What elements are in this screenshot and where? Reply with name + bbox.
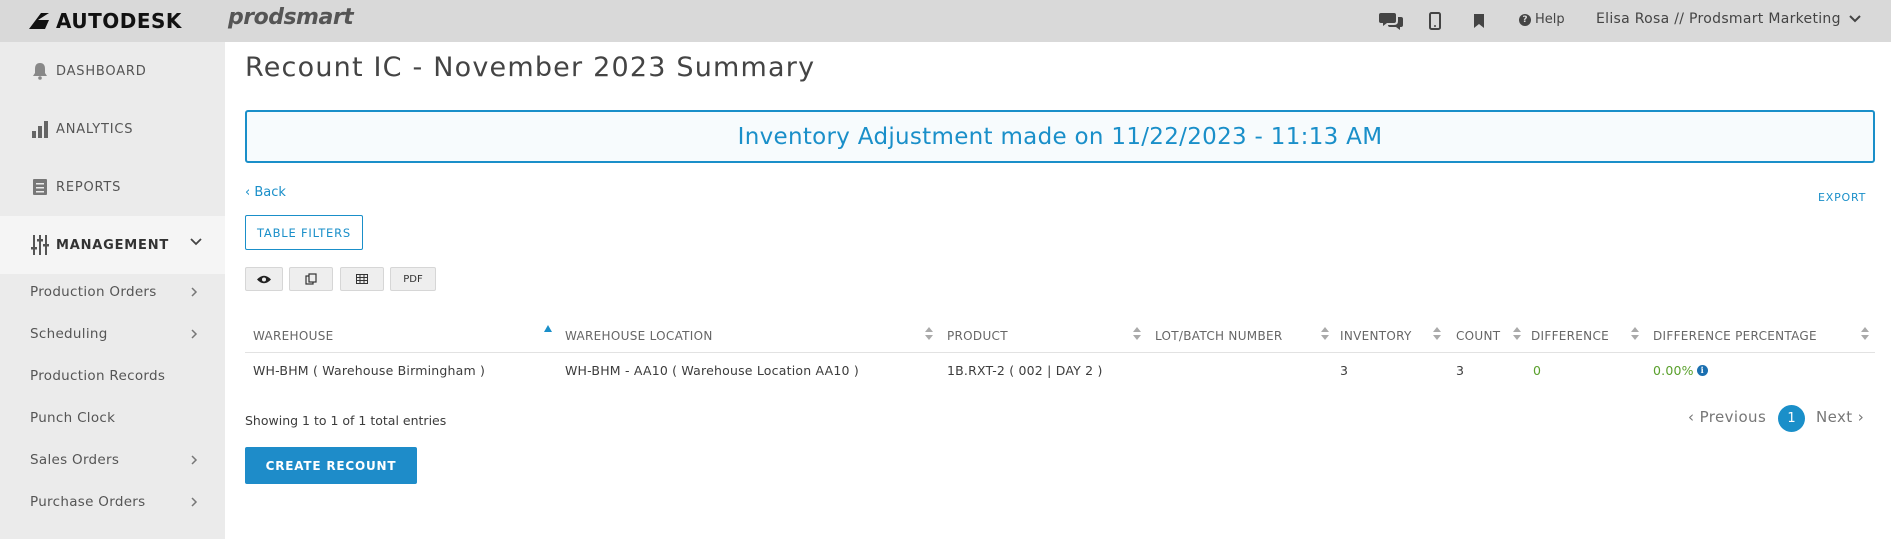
cell-difference: 0 xyxy=(1533,362,1542,378)
help-link[interactable]: ? Help xyxy=(1519,12,1565,27)
cell-difference-percentage: 0.00% i xyxy=(1653,360,1708,380)
sort-asc-icon[interactable] xyxy=(544,325,552,332)
chat-icon[interactable] xyxy=(1379,10,1403,32)
next-label: Next xyxy=(1816,408,1853,426)
adjustment-banner: Inventory Adjustment made on 11/22/2023 … xyxy=(245,110,1875,163)
autodesk-logo[interactable]: AUTODESK xyxy=(28,9,182,33)
sidebar: DASHBOARD ANALYTICS REPORTS MANAGEMENT P… xyxy=(0,42,225,539)
pdf-button[interactable]: PDF xyxy=(390,267,436,291)
page-title: Recount IC - November 2023 Summary xyxy=(245,52,816,83)
difference-percentage-value: 0.00% xyxy=(1653,362,1694,378)
back-link[interactable]: ‹ Back xyxy=(245,185,286,200)
csv-button[interactable] xyxy=(340,267,384,291)
sidebar-item-label: Scheduling xyxy=(30,326,108,342)
sort-icon[interactable] xyxy=(1133,327,1141,340)
eye-icon xyxy=(257,275,271,283)
chevron-down-icon xyxy=(1849,15,1861,23)
table-icon xyxy=(356,274,368,284)
column-header-product[interactable]: PRODUCT xyxy=(947,319,1008,353)
export-link[interactable]: EXPORT xyxy=(1818,191,1866,204)
sidebar-item-management[interactable]: MANAGEMENT xyxy=(0,216,225,274)
user-label: Elisa Rosa // Prodsmart Marketing xyxy=(1596,11,1841,27)
chevron-right-icon xyxy=(191,329,198,339)
sort-icon[interactable] xyxy=(925,327,933,340)
sidebar-item-label: REPORTS xyxy=(56,179,122,195)
sidebar-item-label: ANALYTICS xyxy=(56,121,134,137)
sidebar-item-label: Production Records xyxy=(30,368,166,384)
sort-icon[interactable] xyxy=(1433,327,1441,340)
banner-text: Inventory Adjustment made on 11/22/2023 … xyxy=(737,123,1383,150)
column-header-warehouse[interactable]: WAREHOUSE xyxy=(253,319,334,353)
sidebar-item-scheduling[interactable]: Scheduling xyxy=(0,313,225,355)
table-filters-button[interactable]: TABLE FILTERS xyxy=(245,215,363,250)
cell-inventory: 3 xyxy=(1340,362,1349,378)
cell-warehouse: WH-BHM ( Warehouse Birmingham ) xyxy=(253,362,486,378)
table-header-divider xyxy=(245,352,1875,353)
bar-chart-icon xyxy=(30,119,50,139)
sort-icon[interactable] xyxy=(1321,327,1329,340)
sort-icon[interactable] xyxy=(1861,327,1869,340)
sidebar-item-punch-clock[interactable]: Punch Clock xyxy=(0,397,225,439)
entries-info: Showing 1 to 1 of 1 total entries xyxy=(245,413,447,428)
cell-product: 1B.RXT-2 ( 002 | DAY 2 ) xyxy=(947,362,1103,378)
help-label: Help xyxy=(1535,12,1565,27)
previous-label: Previous xyxy=(1699,408,1767,426)
cell-count: 3 xyxy=(1456,362,1465,378)
pagination-page-1[interactable]: 1 xyxy=(1778,405,1805,432)
column-header-difference[interactable]: DIFFERENCE xyxy=(1531,319,1609,353)
chevron-down-icon xyxy=(190,238,202,246)
info-icon[interactable]: i xyxy=(1696,364,1708,376)
product-logo[interactable]: prodsmart xyxy=(228,5,354,30)
column-header-inventory[interactable]: INVENTORY xyxy=(1340,319,1412,353)
sidebar-item-label: MANAGEMENT xyxy=(56,237,170,253)
sidebar-item-label: Sales Orders xyxy=(30,452,120,468)
chevron-left-icon: ‹ xyxy=(1688,408,1695,426)
chevron-right-icon: › xyxy=(1857,408,1865,426)
document-icon xyxy=(30,177,50,197)
sidebar-item-label: DASHBOARD xyxy=(56,63,147,79)
sidebar-item-purchase-orders[interactable]: Purchase Orders xyxy=(0,481,225,523)
sidebar-item-label: Production Orders xyxy=(30,284,157,300)
chevron-left-icon: ‹ xyxy=(245,185,251,200)
brand-name: AUTODESK xyxy=(56,9,182,33)
sidebar-item-label: Purchase Orders xyxy=(30,494,146,510)
column-header-warehouse-location[interactable]: WAREHOUSE LOCATION xyxy=(565,319,713,353)
sidebar-item-production-records[interactable]: Production Records xyxy=(0,355,225,397)
column-visibility-button[interactable] xyxy=(245,267,283,291)
sidebar-item-analytics[interactable]: ANALYTICS xyxy=(0,100,225,158)
sidebar-item-production-orders[interactable]: Production Orders xyxy=(0,271,225,313)
create-recount-button[interactable]: CREATE RECOUNT xyxy=(245,447,417,484)
column-header-lot-batch[interactable]: LOT/BATCH NUMBER xyxy=(1155,319,1283,353)
autodesk-mark-icon xyxy=(29,13,49,29)
copy-icon xyxy=(305,273,317,285)
cell-warehouse-location: WH-BHM - AA10 ( Warehouse Location AA10 … xyxy=(565,362,859,378)
sort-icon[interactable] xyxy=(1631,327,1639,340)
column-header-difference-percentage[interactable]: DIFFERENCE PERCENTAGE xyxy=(1653,319,1817,353)
sidebar-item-label: Punch Clock xyxy=(30,410,116,426)
copy-button[interactable] xyxy=(289,267,333,291)
mobile-icon[interactable] xyxy=(1423,10,1447,32)
sliders-icon xyxy=(30,235,50,255)
sort-icon[interactable] xyxy=(1513,327,1521,340)
sidebar-item-reports[interactable]: REPORTS xyxy=(0,158,225,216)
help-icon: ? xyxy=(1519,13,1531,26)
top-bar: AUTODESK prodsmart ? Help Elisa Rosa // … xyxy=(0,0,1891,42)
bell-icon xyxy=(30,61,50,81)
chevron-right-icon xyxy=(191,287,198,297)
sidebar-item-dashboard[interactable]: DASHBOARD xyxy=(0,42,225,100)
user-menu[interactable]: Elisa Rosa // Prodsmart Marketing xyxy=(1596,11,1861,27)
chevron-right-icon xyxy=(191,455,198,465)
bookmark-icon[interactable] xyxy=(1467,10,1491,32)
back-label: Back xyxy=(254,185,286,200)
sidebar-item-sales-orders[interactable]: Sales Orders xyxy=(0,439,225,481)
pagination-next[interactable]: Next › xyxy=(1816,408,1864,426)
column-header-count[interactable]: COUNT xyxy=(1456,319,1500,353)
pagination-previous[interactable]: ‹ Previous xyxy=(1688,408,1766,426)
chevron-right-icon xyxy=(191,497,198,507)
